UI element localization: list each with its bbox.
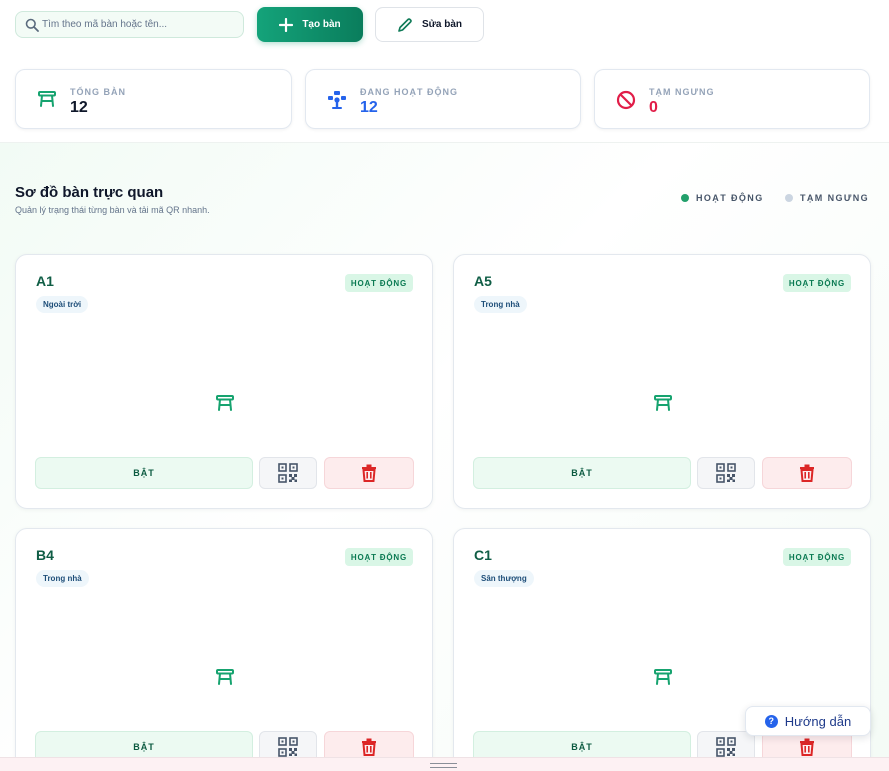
top-toolbar: Tạo bàn Sửa bàn: [0, 0, 889, 55]
help-button[interactable]: ? Hướng dẫn: [745, 706, 871, 736]
delete-button[interactable]: [762, 457, 852, 489]
status-badge: HOẠT ĐỘNG: [344, 548, 413, 566]
active-tables-icon: [327, 90, 347, 115]
question-icon: ?: [764, 714, 778, 728]
legend-active: HOẠT ĐỘNG: [681, 193, 764, 203]
zone-badge: Trong nhà: [36, 570, 89, 587]
zone-badge: Trong nhà: [474, 296, 527, 313]
stat-value: 12: [360, 99, 378, 116]
qr-icon: [278, 463, 298, 483]
delete-button[interactable]: [324, 457, 414, 489]
legend-dot-paused: [785, 194, 793, 202]
table-icon: [37, 90, 57, 113]
table-icon: [215, 394, 235, 417]
table-code: A5: [474, 273, 492, 289]
stat-label: TẠM NGƯNG: [649, 87, 715, 97]
stat-value: 12: [70, 99, 88, 116]
legend-paused: TẠM NGƯNG: [785, 193, 869, 203]
qr-button[interactable]: [259, 457, 317, 489]
toggle-on-button[interactable]: BẬT: [473, 457, 691, 489]
search-box[interactable]: [15, 11, 244, 38]
edit-table-label: Sửa bàn: [421, 19, 463, 30]
table-card: A5 HOẠT ĐỘNG Trong nhà BẬT: [453, 254, 871, 509]
status-badge: HOẠT ĐỘNG: [782, 274, 851, 292]
qr-icon: [278, 737, 298, 757]
zone-badge: Ngoài trời: [36, 296, 89, 313]
bottom-panel-strip: [0, 757, 889, 771]
stat-total-tables: TỔNG BÀN 12: [15, 69, 292, 129]
help-label: Hướng dẫn: [784, 713, 852, 729]
status-badge: HOẠT ĐỘNG: [344, 274, 413, 292]
table-icon: [653, 668, 673, 691]
edit-table-button[interactable]: Sửa bàn: [375, 7, 484, 42]
table-card: B4 HOẠT ĐỘNG Trong nhà BẬT: [15, 528, 433, 771]
plus-icon: [279, 17, 294, 32]
search-icon: [25, 18, 39, 32]
search-input[interactable]: [42, 19, 232, 30]
table-card: A1 HOẠT ĐỘNG Ngoài trời BẬT: [15, 254, 433, 509]
create-table-button[interactable]: Tạo bàn: [257, 7, 363, 42]
ban-icon: [616, 90, 636, 115]
trash-icon: [800, 738, 814, 756]
legend-label: HOẠT ĐỘNG: [696, 193, 764, 203]
section-title: Sơ đồ bàn trực quan: [15, 184, 164, 201]
qr-icon: [716, 463, 736, 483]
trash-icon: [362, 464, 376, 482]
stat-label: TỔNG BÀN: [70, 87, 126, 97]
toggle-on-button[interactable]: BẬT: [35, 457, 253, 489]
trash-icon: [362, 738, 376, 756]
table-icon: [215, 668, 235, 691]
legend-label: TẠM NGƯNG: [800, 193, 870, 203]
zone-badge: Sân thượng: [474, 570, 534, 587]
stat-active-tables: ĐANG HOẠT ĐỘNG 12: [305, 69, 581, 129]
stat-paused-tables: TẠM NGƯNG 0: [594, 69, 870, 129]
table-code: A1: [36, 273, 54, 289]
status-badge: HOẠT ĐỘNG: [782, 548, 851, 566]
resize-grip-icon[interactable]: [430, 763, 457, 768]
table-icon: [653, 394, 673, 417]
trash-icon: [800, 464, 814, 482]
section-subtitle: Quản lý trạng thái từng bàn và tải mã QR…: [15, 205, 210, 215]
qr-icon: [716, 737, 736, 757]
table-code: B4: [36, 547, 54, 563]
create-table-label: Tạo bàn: [302, 19, 341, 30]
qr-button[interactable]: [697, 457, 755, 489]
table-code: C1: [474, 547, 492, 563]
legend-dot-active: [681, 194, 689, 202]
pencil-icon: [398, 17, 412, 32]
stat-label: ĐANG HOẠT ĐỘNG: [360, 87, 458, 97]
stat-value: 0: [649, 99, 658, 116]
